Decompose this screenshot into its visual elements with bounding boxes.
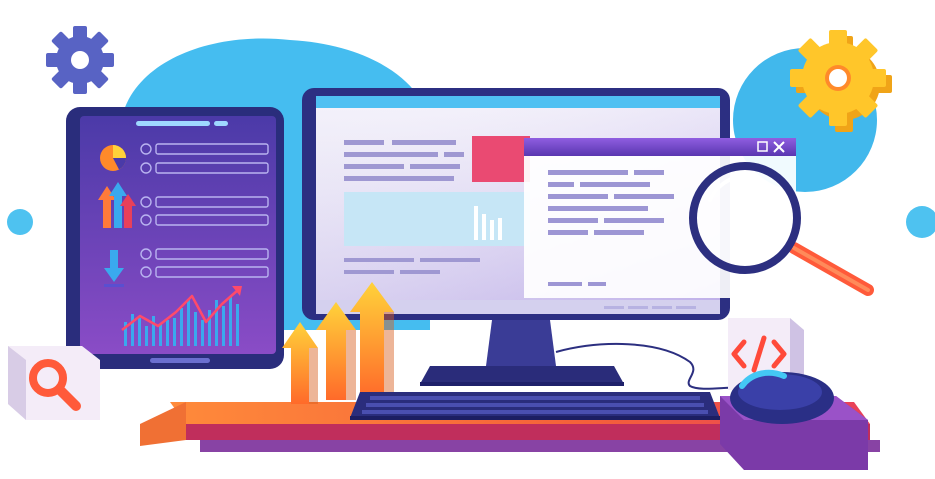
monitor-red-block bbox=[472, 136, 530, 182]
window-title-bar bbox=[524, 138, 796, 156]
tablet bbox=[66, 107, 284, 369]
monitor-stand-base bbox=[420, 366, 624, 384]
monitor-bezel-top bbox=[316, 96, 720, 110]
blue-dot-right bbox=[906, 206, 935, 238]
tablet-status-bar bbox=[136, 121, 210, 126]
gear-icon bbox=[46, 26, 114, 94]
illustration-canvas bbox=[7, 26, 935, 470]
keyboard bbox=[350, 392, 720, 420]
pie-chart-icon bbox=[100, 145, 126, 171]
search-icon-card bbox=[8, 346, 100, 420]
seo-analytics-illustration bbox=[0, 0, 935, 479]
monitor-stand-neck bbox=[486, 320, 556, 366]
arrow-up-icon bbox=[282, 322, 318, 404]
tablet-home-bar bbox=[150, 358, 210, 363]
monitor-chart-area bbox=[344, 192, 530, 246]
blue-dot-left bbox=[7, 209, 33, 235]
mouse bbox=[730, 369, 834, 424]
